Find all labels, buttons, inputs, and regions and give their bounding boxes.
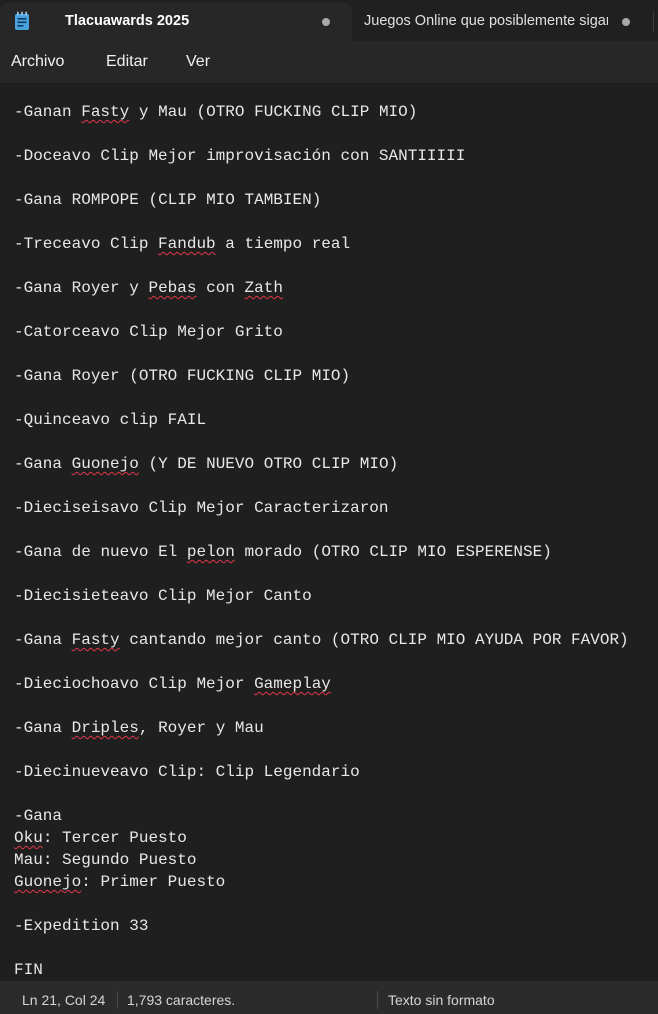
tab-bar: Tlacuawards 2025 Juegos Online que posib…	[0, 0, 658, 41]
text-line: -Gana Guonejo (Y DE NUEVO OTRO CLIP MIO)	[14, 455, 399, 473]
text-line: -Dieciochoavo Clip Mejor Gameplay	[14, 675, 331, 693]
notepad-icon	[15, 11, 29, 30]
unsaved-dot-icon[interactable]	[322, 18, 330, 26]
text-line: Mau: Segundo Puesto	[14, 851, 197, 869]
text-line: -Quinceavo clip FAIL	[14, 411, 207, 429]
tab-title: Tlacuawards 2025	[65, 13, 190, 29]
tab-divider	[653, 11, 654, 33]
character-count: 1,793 caracteres.	[127, 992, 236, 1008]
menu-editar[interactable]: Editar	[106, 53, 148, 71]
menu-ver[interactable]: Ver	[186, 53, 210, 71]
text-line: -Gana	[14, 807, 63, 825]
text-line: -Gana Royer y Pebas con Zath	[14, 279, 283, 297]
status-bar: Ln 21, Col 24 1,793 caracteres. Texto si…	[0, 981, 658, 1014]
tab-tlacuawards[interactable]: Tlacuawards 2025	[0, 3, 352, 41]
text-line: -Expedition 33	[14, 917, 149, 935]
status-divider	[117, 991, 118, 1009]
text-line: -Gana Driples, Royer y Mau	[14, 719, 264, 737]
text-line: FIN	[14, 961, 43, 979]
status-divider	[377, 991, 378, 1009]
text-line: -Ganan Fasty y Mau (OTRO FUCKING CLIP MI…	[14, 103, 418, 121]
tab-juegos-online[interactable]: Juegos Online que posiblemente sigan	[352, 3, 658, 41]
cursor-position: Ln 21, Col 24	[22, 992, 106, 1008]
text-line: -Gana de nuevo El pelon morado (OTRO CLI…	[14, 543, 552, 561]
text-line: Oku: Tercer Puesto	[14, 829, 187, 847]
tab-title: Juegos Online que posiblemente sigan	[364, 13, 608, 29]
text-line: -Gana ROMPOPE (CLIP MIO TAMBIEN)	[14, 191, 322, 209]
text-line: -Gana Fasty cantando mejor canto (OTRO C…	[14, 631, 629, 649]
text-line: Guonejo: Primer Puesto	[14, 873, 226, 891]
text-line: -Dieciseisavo Clip Mejor Caracterizaron	[14, 499, 389, 517]
menu-bar: Archivo Editar Ver	[0, 41, 658, 83]
text-line: -Treceavo Clip Fandub a tiempo real	[14, 235, 351, 253]
text-line: -Gana Royer (OTRO FUCKING CLIP MIO)	[14, 367, 351, 385]
text-line: -Doceavo Clip Mejor improvisación con SA…	[14, 147, 466, 165]
text-editor[interactable]: -Ganan Fasty y Mau (OTRO FUCKING CLIP MI…	[0, 83, 658, 981]
text-line: -Diecinueveavo Clip: Clip Legendario	[14, 763, 360, 781]
text-line: -Diecisieteavo Clip Mejor Canto	[14, 587, 312, 605]
menu-archivo[interactable]: Archivo	[11, 53, 64, 71]
text-line: -Catorceavo Clip Mejor Grito	[14, 323, 283, 341]
text-format[interactable]: Texto sin formato	[388, 992, 495, 1008]
unsaved-dot-icon[interactable]	[622, 18, 630, 26]
